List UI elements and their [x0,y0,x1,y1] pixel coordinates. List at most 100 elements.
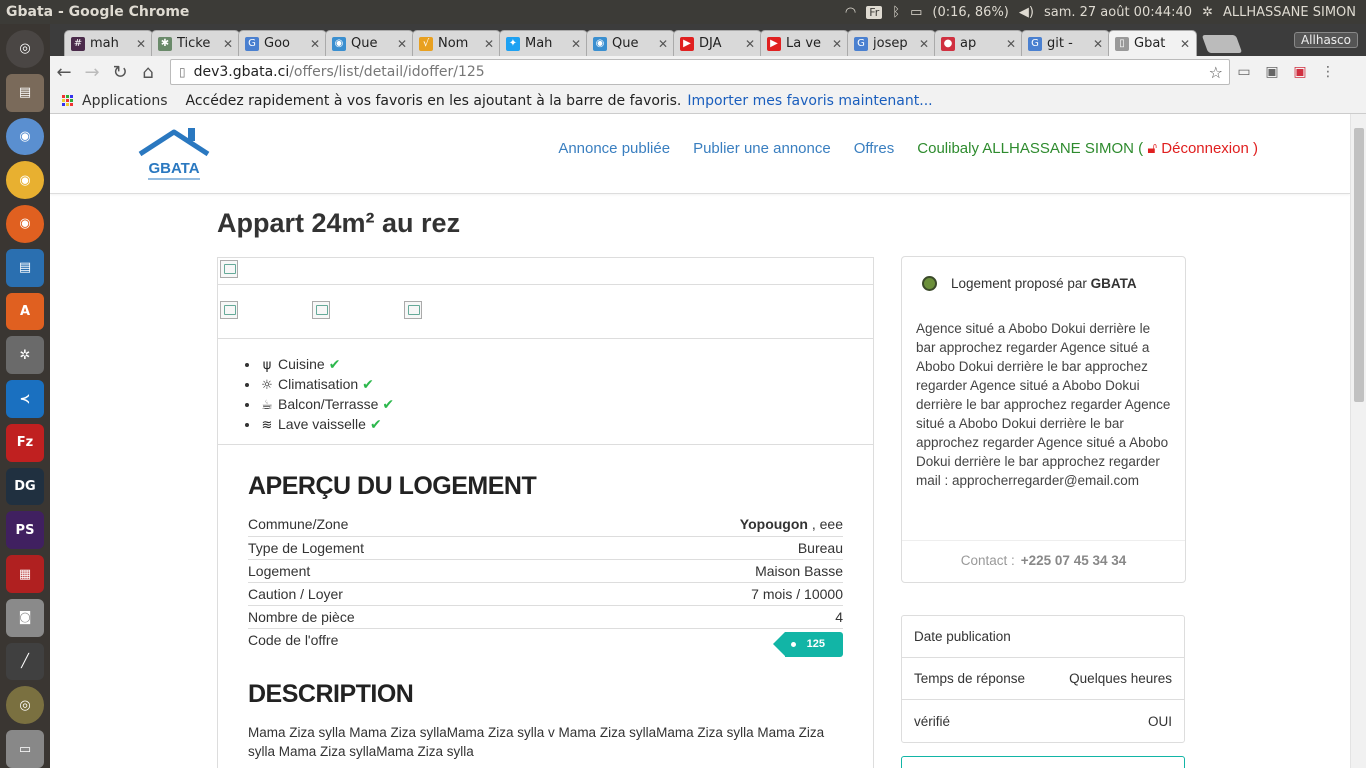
back-arrow-icon[interactable]: ← [50,62,78,83]
tab-close-icon[interactable]: ✕ [832,37,842,51]
drive-icon[interactable]: ▭ [6,730,44,768]
page-info-icon[interactable]: ▯ [179,65,186,79]
forward-arrow-icon[interactable]: → [78,62,106,83]
extension-icon[interactable]: ▣ [1286,64,1314,80]
tab-close-icon[interactable]: ✕ [1006,37,1016,51]
thumbnail-broken-image-icon[interactable] [220,301,238,319]
amenity-item: ☕Balcon/Terrasse✔ [260,395,873,415]
browser-tab[interactable]: ▶ La ve ✕ [760,30,849,56]
bookmark-star-icon[interactable]: ☆ [1209,63,1223,82]
tab-close-icon[interactable]: ✕ [310,37,320,51]
menu-kebab-icon[interactable]: ⋮ [1314,64,1342,80]
action-card[interactable] [901,756,1185,768]
phpstorm-icon[interactable]: PS [6,511,44,550]
chromium-icon[interactable]: ◉ [6,117,44,156]
page-scrollbar[interactable] [1350,114,1366,768]
profile-button[interactable]: Allhasco [1293,32,1358,48]
table-row: Type de Logement Bureau [248,536,843,560]
nav-offers[interactable]: Offres [854,140,895,157]
battery-icon[interactable]: ▭ [910,5,922,20]
software-center-icon[interactable]: A [6,292,44,331]
gbata-logo[interactable]: GBATA [134,124,214,184]
thumbnail-broken-image-icon[interactable] [312,301,330,319]
system-settings-icon[interactable]: ✲ [6,336,44,375]
home-icon[interactable]: ⌂ [134,62,162,83]
audio-player-icon[interactable]: ◎ [6,686,44,725]
agency-name[interactable]: GBATA [1091,276,1137,291]
overview-section: APERÇU DU LOGEMENT Commune/Zone Yopougon… [248,472,843,658]
table-row: Code de l'offre 125 [248,628,843,658]
browser-tab[interactable]: ● ap ✕ [934,30,1023,56]
bookmarks-bar: Applications Accédez rapidement à vos fa… [50,88,1366,114]
wifi-icon[interactable]: ◠ [845,5,856,20]
import-bookmarks-link[interactable]: Importer mes favoris maintenant... [687,93,932,109]
tab-close-icon[interactable]: ✕ [1180,37,1190,51]
filezilla-icon[interactable]: Fz [6,423,44,462]
address-bar[interactable]: ▯ dev3.gbata.ci/offers/list/detail/idoff… [170,59,1230,85]
tab-close-icon[interactable]: ✕ [745,37,755,51]
tab-close-icon[interactable]: ✕ [658,37,668,51]
settings-gear-icon[interactable]: ✲ [1202,5,1213,20]
tab-close-icon[interactable]: ✕ [136,37,146,51]
browser-tab[interactable]: ✱ Ticke ✕ [151,30,240,56]
browser-tab-active[interactable]: ▯ Gbat ✕ [1108,30,1197,56]
contact-phone[interactable]: +225 07 45 34 34 [1021,553,1126,568]
browser-tab[interactable]: Gjosep ✕ [847,30,936,56]
keyboard-layout-indicator[interactable]: Fr [866,5,883,19]
datagrip-icon[interactable]: DG [6,467,44,506]
tab-close-icon[interactable]: ✕ [571,37,581,51]
check-icon: ✔ [362,377,374,393]
nav-publish-offer[interactable]: Publier une annonce [693,140,831,157]
tab-close-icon[interactable]: ✕ [223,37,233,51]
camera-icon[interactable]: ◙ [6,598,44,637]
volume-icon[interactable]: ◀) [1019,5,1034,20]
session-user[interactable]: ALLHASSANE SIMON [1223,5,1356,20]
cast-icon[interactable]: ▭ [1230,64,1258,80]
tab-close-icon[interactable]: ✕ [397,37,407,51]
browser-tab[interactable]: Ggit - ✕ [1021,30,1110,56]
amenity-item: ≋Lave vaisselle✔ [260,415,873,435]
clock[interactable]: sam. 27 août 00:44:40 [1044,5,1192,20]
tab-close-icon[interactable]: ✕ [919,37,929,51]
check-icon: ✔ [382,397,395,413]
files-icon[interactable]: ▤ [6,73,44,112]
browser-tab[interactable]: √ Nom ✕ [412,30,501,56]
browser-tab[interactable]: ◉ Que ✕ [586,30,675,56]
tab-favicon-icon: ✦ [506,36,520,51]
description-title: DESCRIPTION [248,680,414,708]
tab-favicon-icon: ▶ [680,36,694,51]
firefox-icon[interactable]: ◉ [6,205,44,243]
battery-status[interactable]: (0:16, 86%) [932,5,1009,20]
writer-icon[interactable]: ▤ [6,248,44,287]
browser-tab[interactable]: ◉ Que ✕ [325,30,414,56]
scrollbar-thumb[interactable] [1354,128,1364,402]
main-photo[interactable] [218,258,873,285]
browser-tab[interactable]: ✦ Mah ✕ [499,30,588,56]
tab-close-icon[interactable]: ✕ [1093,37,1103,51]
apps-grid-icon[interactable] [62,94,74,107]
apps-shortcut[interactable]: Applications [82,93,168,109]
tab-close-icon[interactable]: ✕ [484,37,494,51]
ubuntu-dash-icon[interactable]: ◎ [6,30,44,68]
browser-tab[interactable]: # mah ✕ [64,30,153,56]
chrome-icon[interactable]: ◉ [6,161,44,200]
table-row: Nombre de pièce 4 [248,605,843,629]
new-tab-button[interactable] [1201,35,1243,53]
offer-main-panel: ψCuisine✔ ☼Climatisation✔ ☕Balcon/Terras… [217,257,874,768]
nav-published-offers[interactable]: Annonce publiée [558,140,670,157]
reload-icon[interactable]: ↻ [106,62,134,83]
presentation-icon[interactable]: ▦ [6,555,44,593]
database-icon: ≋ [261,418,273,433]
tab-favicon-icon: ▯ [1115,36,1129,51]
color-picker-icon[interactable]: ╱ [6,642,44,681]
nav-user-account[interactable]: Coulibaly ALLHASSANE SIMON ( 🔓︎ Déconnex… [917,140,1258,157]
logout-link[interactable]: Déconnexion ) [1161,140,1258,157]
extension-icon[interactable]: ▣ [1258,64,1286,80]
browser-tab[interactable]: ▶ DJA ✕ [673,30,762,56]
thumbnail-broken-image-icon[interactable] [404,301,422,319]
vscode-icon[interactable]: ≺ [6,380,44,418]
spec-value: Bureau [562,536,843,560]
browser-tab[interactable]: G Goo ✕ [238,30,327,56]
description-section: DESCRIPTION Mama Ziza sylla Mama Ziza sy… [248,680,843,761]
bluetooth-icon[interactable]: ᛒ [892,5,900,20]
